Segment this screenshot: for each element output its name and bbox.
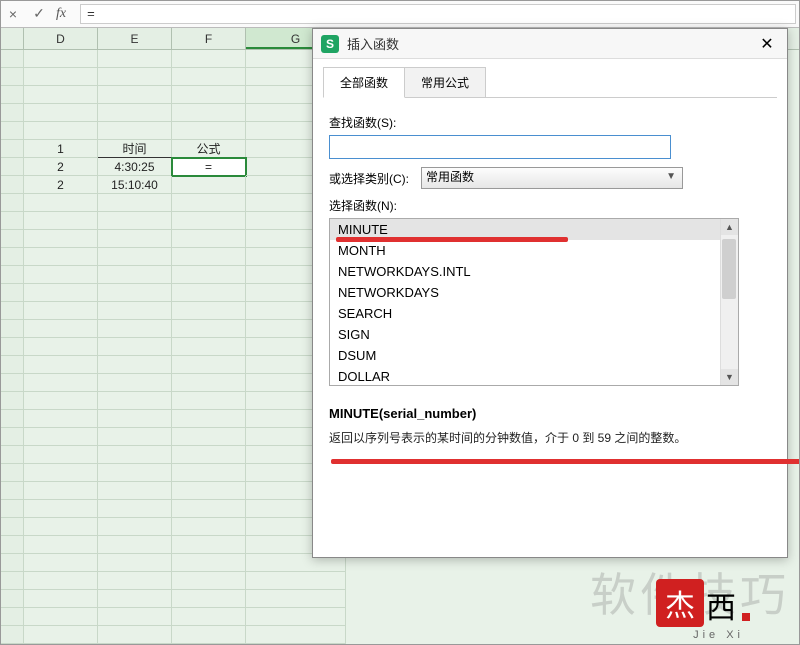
function-list[interactable]: MINUTE MONTH NETWORKDAYS.INTL NETWORKDAY… — [329, 218, 739, 386]
dialog-titlebar[interactable]: S 插入函数 ✕ — [313, 29, 787, 59]
annotation-underline — [336, 237, 568, 242]
stamp-dot-icon — [742, 613, 750, 621]
stamp-text: 西 — [706, 583, 736, 627]
function-item[interactable]: SEARCH — [330, 303, 720, 324]
app-icon: S — [321, 35, 339, 53]
dialog-title: 插入函数 — [347, 34, 755, 53]
select-function-label: 选择函数(N): — [329, 197, 771, 214]
tab-panel: 查找函数(S): 或选择类别(C): 常用函数 选择函数(N): MINUTE … — [323, 97, 777, 458]
close-icon[interactable]: ✕ — [755, 32, 779, 56]
cancel-icon[interactable]: × — [4, 5, 22, 23]
scroll-thumb[interactable] — [722, 239, 736, 299]
formula-input[interactable] — [80, 4, 796, 24]
scrollbar[interactable]: ▲ ▼ — [720, 219, 738, 385]
cell[interactable]: 时间 — [98, 140, 172, 158]
function-item[interactable]: DOLLAR — [330, 366, 720, 385]
fx-label[interactable]: fx — [56, 6, 66, 22]
cell[interactable]: 2 — [24, 158, 98, 176]
function-item[interactable]: DSUM — [330, 345, 720, 366]
confirm-icon[interactable]: ✓ — [30, 5, 48, 23]
scroll-down-icon[interactable]: ▼ — [721, 369, 738, 385]
function-item[interactable]: NETWORKDAYS.INTL — [330, 261, 720, 282]
col-header-e[interactable]: E — [98, 28, 172, 49]
function-signature: MINUTE(serial_number) — [329, 406, 771, 421]
formula-bar: × ✓ fx — [0, 0, 800, 28]
cell[interactable]: 2 — [24, 176, 98, 194]
col-header-f[interactable]: F — [172, 28, 246, 49]
tab-all-functions[interactable]: 全部函数 — [323, 67, 405, 98]
tab-common-formulas[interactable]: 常用公式 — [404, 67, 486, 98]
select-all-corner[interactable] — [0, 28, 24, 49]
insert-function-dialog: S 插入函数 ✕ 全部函数 常用公式 查找函数(S): 或选择类别(C): 常用… — [312, 28, 788, 558]
cell[interactable]: 公式 — [172, 140, 246, 158]
category-select[interactable]: 常用函数 — [421, 167, 683, 189]
function-description: 返回以序列号表示的某时间的分钟数值，介于 0 到 59 之间的整数。 — [329, 429, 771, 448]
cell[interactable]: 4:30:25 — [98, 158, 172, 176]
cell[interactable]: 1 — [24, 140, 98, 158]
dialog-tabs: 全部函数 常用公式 — [313, 59, 787, 98]
stamp-subtitle: Jie Xi — [693, 629, 744, 641]
search-label: 查找函数(S): — [329, 114, 771, 131]
annotation-underline — [331, 459, 800, 464]
cell[interactable]: 15:10:40 — [98, 176, 172, 194]
stamp-box: 杰 — [656, 579, 704, 627]
function-item[interactable]: SIGN — [330, 324, 720, 345]
scroll-up-icon[interactable]: ▲ — [721, 219, 738, 235]
function-item[interactable]: NETWORKDAYS — [330, 282, 720, 303]
active-cell[interactable]: = — [172, 158, 246, 176]
category-label: 或选择类别(C): — [329, 170, 409, 187]
function-item[interactable]: MONTH — [330, 240, 720, 261]
watermark-stamp: 杰 西 — [656, 579, 750, 627]
cell[interactable] — [172, 176, 246, 194]
col-header-d[interactable]: D — [24, 28, 98, 49]
search-function-input[interactable] — [329, 135, 671, 159]
